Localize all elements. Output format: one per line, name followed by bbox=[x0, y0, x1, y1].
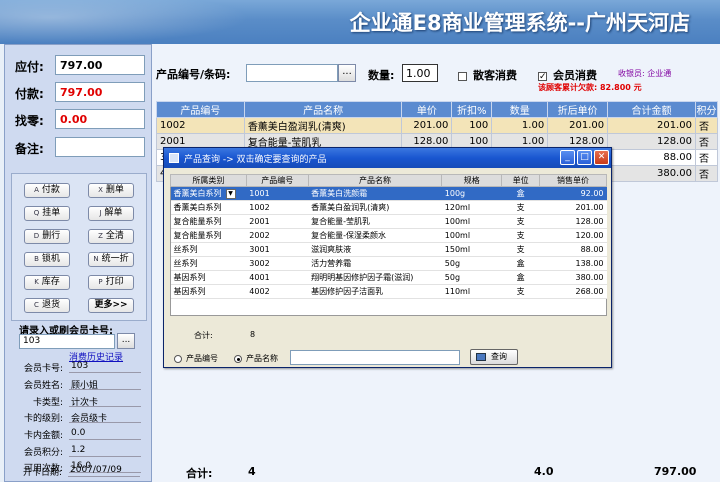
change-field[interactable]: 0.00 bbox=[55, 109, 145, 129]
dcol-price: 销售单价 bbox=[539, 174, 607, 187]
card-balance: 卡内金额: 0.0 bbox=[9, 428, 147, 441]
radio-name-dot[interactable] bbox=[234, 354, 242, 363]
product-code-input[interactable] bbox=[246, 64, 338, 82]
product-browse-button[interactable]: ... bbox=[338, 64, 356, 82]
col-qty: 数量 bbox=[491, 101, 549, 118]
totals-amount: 797.00 bbox=[654, 465, 697, 478]
col-discount: 折扣% bbox=[451, 101, 493, 118]
amount-due-row: 应付: 797.00 bbox=[11, 55, 149, 75]
note-label: 备注: bbox=[15, 142, 44, 156]
col-code: 产品编号 bbox=[156, 101, 245, 118]
list-item[interactable]: 复合能量系列 2002 复合能量-保湿柔颜水 100ml 支 120.00 bbox=[170, 228, 607, 243]
banner-glow bbox=[0, 0, 250, 44]
query-icon bbox=[476, 353, 486, 361]
amount-due-label: 应付: bbox=[15, 60, 44, 74]
release-order-button[interactable]: J 解单 bbox=[88, 206, 134, 221]
function-buttons: A 付款 X 删单 Q 挂单 J 解单 D 删行 Z 全清 B 锁机 N 统一折 K 库存 P 打印… bbox=[11, 173, 147, 321]
app-title: 企业通E8商业管理系统--广州天河店 bbox=[349, 11, 690, 35]
lock-button[interactable]: B 锁机 bbox=[24, 252, 70, 267]
more-button[interactable]: 更多>> bbox=[88, 298, 134, 313]
dialog-count-label: 合计: bbox=[194, 331, 213, 340]
dialog-search-input[interactable] bbox=[290, 350, 460, 365]
dcol-spec: 规格 bbox=[441, 174, 503, 187]
dialog-title: 产品查询 -> 双击确定要查询的产品 bbox=[184, 155, 327, 165]
delete-row-button[interactable]: D 删行 bbox=[24, 229, 70, 244]
radio-product-name[interactable]: 产品名称 bbox=[234, 353, 278, 364]
qty-input[interactable]: 1.00 bbox=[402, 64, 438, 82]
member-points: 会员积分: 1.2 bbox=[9, 445, 147, 458]
paid-label: 付款: bbox=[15, 87, 44, 101]
return-button[interactable]: C 退货 bbox=[24, 298, 70, 313]
dialog-titlebar[interactable]: 产品查询 -> 双击确定要查询的产品 _ □ ✕ bbox=[164, 148, 611, 168]
dcol-name: 产品名称 bbox=[307, 174, 443, 187]
change-row: 找零: 0.00 bbox=[11, 109, 149, 129]
col-amount: 合计金额 bbox=[607, 101, 696, 118]
note-field[interactable] bbox=[55, 137, 145, 157]
radio-product-code[interactable]: 产品编号 bbox=[174, 353, 218, 364]
chevron-down-icon[interactable]: ▼ bbox=[225, 188, 236, 199]
list-item[interactable]: 基因系列 4002 基因修护因子洁面乳 110ml 支 268.00 bbox=[170, 284, 607, 299]
col-name: 产品名称 bbox=[243, 101, 403, 118]
left-panel: 应付: 797.00 付款: 797.00 找零: 0.00 备注: A 付款 X… bbox=[4, 44, 152, 482]
table-row[interactable]: 1002 香薰美白盈润乳(清爽) 201.00 100 1.00 201.00 201.00… bbox=[156, 117, 719, 134]
col-price: 单价 bbox=[401, 101, 453, 118]
list-item[interactable]: 丝系列 3002 活力营养霜 50g 盒 138.00 bbox=[170, 256, 607, 271]
open-date: 开卡日期: 2007/07/09 bbox=[8, 465, 146, 478]
dialog-count: 合计: 8 bbox=[194, 330, 255, 341]
amount-due-field[interactable]: 797.00 bbox=[55, 55, 145, 75]
stock-button[interactable]: K 库存 bbox=[24, 275, 70, 290]
list-item[interactable]: 香薰美白系列 1002 香薰美白盈润乳(清爽) 120ml 支 201.00 bbox=[170, 200, 607, 215]
dialog-count-value: 8 bbox=[250, 330, 256, 339]
member-card-no: 会员卡号: 103 bbox=[9, 361, 147, 374]
card-level: 卡的级别: 会员级卡 bbox=[9, 411, 147, 424]
dcol-category: 所属类别 bbox=[170, 174, 247, 187]
maximize-icon[interactable]: □ bbox=[577, 150, 592, 165]
hold-order-button[interactable]: Q 挂单 bbox=[24, 206, 70, 221]
uniform-discount-button[interactable]: N 统一折 bbox=[88, 252, 134, 267]
list-item[interactable]: 丝系列 3001 滋润爽肤液 150ml 支 88.00 bbox=[170, 242, 607, 257]
query-button[interactable]: 查询 bbox=[470, 349, 518, 365]
clear-all-button[interactable]: Z 全清 bbox=[88, 229, 134, 244]
code-label: 产品编号/条码: bbox=[156, 68, 231, 81]
pay-button[interactable]: A 付款 bbox=[24, 183, 70, 198]
member-checkbox-box[interactable]: ✓ bbox=[538, 71, 547, 81]
member-name: 会员姓名: 顾小姐 bbox=[9, 378, 147, 391]
paid-field[interactable]: 797.00 bbox=[55, 82, 145, 102]
print-button[interactable]: P 打印 bbox=[88, 275, 134, 290]
product-grid: 所属类别 产品编号 产品名称 规格 单位 销售单价 香薰美白系列 ▼ 1001 香薰美… bbox=[170, 174, 607, 299]
radio-code-dot[interactable] bbox=[174, 354, 182, 363]
cashier-label: 收银员: 企业通 bbox=[618, 69, 672, 78]
dcol-code: 产品编号 bbox=[245, 174, 309, 187]
list-item[interactable]: 复合能量系列 2001 复合能量-莹肌乳 100ml 支 128.00 bbox=[170, 214, 607, 229]
col-points: 积分 bbox=[694, 101, 719, 118]
app-icon bbox=[169, 153, 179, 163]
totals-bar: 合计: 4 4.0 797.00 bbox=[152, 462, 720, 482]
col-disc-price: 折后单价 bbox=[547, 101, 609, 118]
list-item[interactable]: 基因系列 4001 翔明明基因修护因子霜(滋润) 50g 盒 380.00 bbox=[170, 270, 607, 285]
delete-order-button[interactable]: X 删单 bbox=[88, 183, 134, 198]
member-card-input[interactable]: 103 bbox=[19, 334, 115, 349]
card-type: 卡类型: 计次卡 bbox=[9, 395, 147, 408]
minimize-icon[interactable]: _ bbox=[560, 150, 575, 165]
paid-row: 付款: 797.00 bbox=[11, 82, 149, 102]
title-banner: 企业通E8商业管理系统--广州天河店 bbox=[0, 0, 720, 44]
close-icon[interactable]: ✕ bbox=[594, 150, 609, 165]
note-row: 备注: bbox=[11, 137, 149, 157]
totals-label: 合计: bbox=[186, 467, 213, 480]
walkin-checkbox-box[interactable] bbox=[458, 71, 467, 81]
qty-label: 数量: bbox=[368, 69, 395, 82]
product-query-dialog: 产品查询 -> 双击确定要查询的产品 _ □ ✕ 所属类别 产品编号 产品名称 … bbox=[163, 147, 612, 368]
change-label: 找零: bbox=[15, 114, 44, 128]
member-checkbox[interactable]: ✓ 会员消费 bbox=[538, 67, 597, 83]
walkin-checkbox[interactable]: 散客消费 bbox=[458, 67, 517, 83]
debt-label: 该顾客累计欠款: 82.800 元 bbox=[538, 83, 642, 92]
totals-qty: 4.0 bbox=[534, 465, 554, 478]
dcol-unit: 单位 bbox=[501, 174, 541, 187]
totals-count: 4 bbox=[248, 465, 256, 478]
card-browse-button[interactable]: ... bbox=[117, 333, 135, 349]
list-item[interactable]: 香薰美白系列 ▼ 1001 香薰美白洗颜霜 100g 盒 92.00 bbox=[170, 186, 607, 201]
